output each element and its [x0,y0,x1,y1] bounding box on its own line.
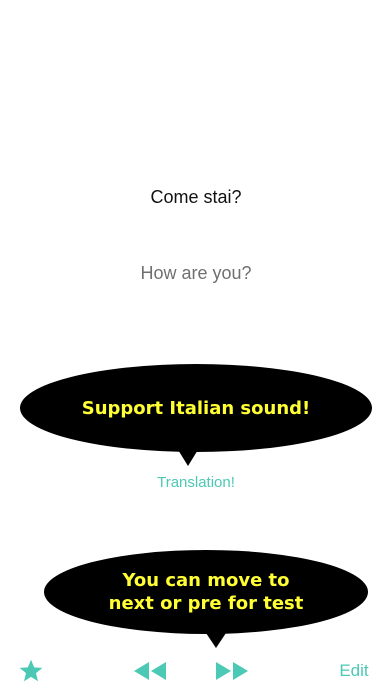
bottom-toolbar: Edit [0,652,392,690]
fast-forward-icon [216,662,248,680]
previous-button[interactable] [130,656,170,686]
edit-button[interactable]: Edit [334,656,374,686]
sound-callout-text: Support Italian sound! [81,397,311,419]
next-button[interactable] [212,656,252,686]
star-icon [19,659,43,682]
navigation-callout-bubble: You can move to next or pre for test [44,550,368,634]
sound-callout-bubble: Support Italian sound! [20,364,372,452]
sound-callout-tail [172,440,204,466]
italian-phrase: Come stai? [150,187,242,207]
navigation-callout-line-2: next or pre for test [108,593,304,614]
navigation-callout-line-1: You can move to [122,570,290,591]
navigation-callout-tail [200,624,232,648]
translation-link[interactable]: Translation! [0,474,392,491]
rewind-icon [134,662,166,680]
english-translation: How are you? [140,263,252,283]
favorite-button[interactable] [14,656,48,686]
